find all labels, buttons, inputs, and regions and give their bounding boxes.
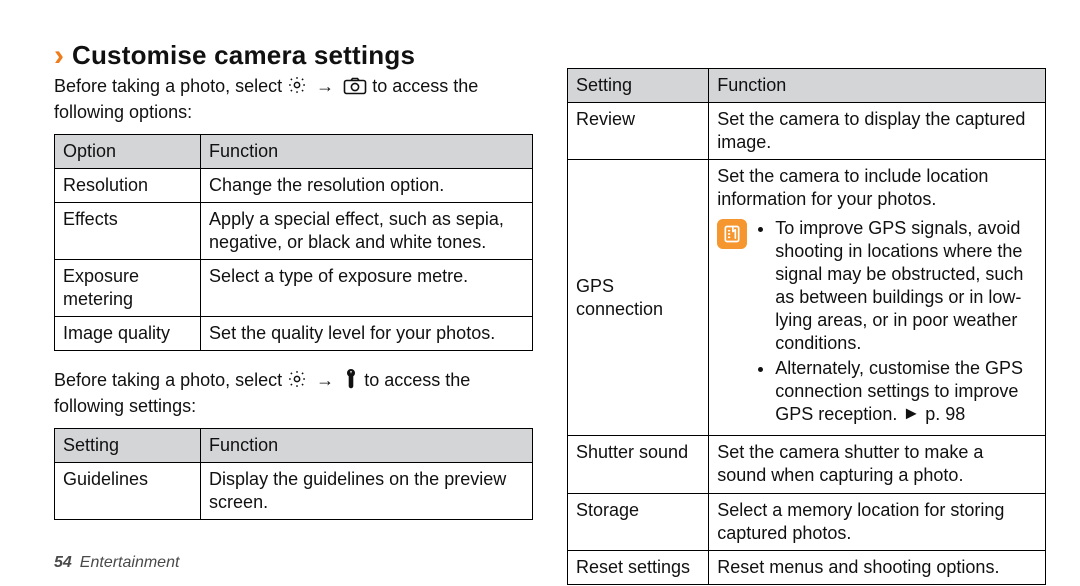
- arrow: →: [316, 370, 334, 390]
- cell: Effects: [55, 203, 201, 260]
- text: Before taking a photo, select: [54, 370, 287, 390]
- table-row: Exposure meteringSelect a type of exposu…: [55, 260, 533, 317]
- table-row: Shutter soundSet the camera shutter to m…: [568, 436, 1046, 493]
- cell: Resolution: [55, 169, 201, 203]
- table-row: ReviewSet the camera to display the capt…: [568, 103, 1046, 160]
- note-block: To improve GPS signals, avoid shooting i…: [717, 217, 1037, 428]
- cell: Set the camera to display the captured i…: [709, 103, 1046, 160]
- settings-table-left: Setting Function GuidelinesDisplay the g…: [54, 428, 533, 520]
- col-function: Function: [201, 429, 533, 463]
- table-row: GuidelinesDisplay the guidelines on the …: [55, 463, 533, 520]
- table-header-row: Setting Function: [568, 69, 1046, 103]
- cell: Select a memory location for storing cap…: [709, 493, 1046, 550]
- text: Alternately, customise the GPS connectio…: [775, 358, 1023, 424]
- gps-intro: Set the camera to include location infor…: [717, 165, 1037, 211]
- cell: GPS connection: [568, 160, 709, 436]
- cell: Apply a special effect, such as sepia, n…: [201, 203, 533, 260]
- intro-settings: Before taking a photo, select → to acces…: [54, 369, 533, 418]
- cell: Reset settings: [568, 550, 709, 584]
- right-column: Setting Function ReviewSet the camera to…: [567, 40, 1046, 586]
- cell: Reset menus and shooting options.: [709, 550, 1046, 584]
- arrow: →: [316, 76, 334, 96]
- table-row: Reset settingsReset menus and shooting o…: [568, 550, 1046, 584]
- page-number: 54: [54, 554, 72, 572]
- cell: Guidelines: [55, 463, 201, 520]
- list-item: To improve GPS signals, avoid shooting i…: [775, 217, 1037, 355]
- col-option: Option: [55, 135, 201, 169]
- triangle-icon: ►: [902, 402, 920, 425]
- camera-icon: [343, 77, 367, 101]
- heading-row: › Customise camera settings: [54, 40, 533, 71]
- gear-icon: [287, 369, 307, 395]
- options-table: Option Function ResolutionChange the res…: [54, 134, 533, 351]
- page-ref: p. 98: [925, 404, 965, 424]
- table-row: EffectsApply a special effect, such as s…: [55, 203, 533, 260]
- col-setting: Setting: [55, 429, 201, 463]
- cell: Storage: [568, 493, 709, 550]
- table-row: Image qualitySet the quality level for y…: [55, 317, 533, 351]
- cell: Image quality: [55, 317, 201, 351]
- col-function: Function: [201, 135, 533, 169]
- list-item: Alternately, customise the GPS connectio…: [775, 357, 1037, 426]
- text: Before taking a photo, select: [54, 76, 287, 96]
- intro-options: Before taking a photo, select → to acces…: [54, 75, 533, 124]
- note-icon: [717, 219, 747, 249]
- left-column: › Customise camera settings Before takin…: [54, 40, 533, 586]
- wrench-icon: [343, 369, 359, 395]
- table-header-row: Setting Function: [55, 429, 533, 463]
- cell: Display the guidelines on the preview sc…: [201, 463, 533, 520]
- col-setting: Setting: [568, 69, 709, 103]
- cell: Shutter sound: [568, 436, 709, 493]
- footer: 54 Entertainment: [54, 554, 179, 572]
- table-header-row: Option Function: [55, 135, 533, 169]
- cell: Review: [568, 103, 709, 160]
- settings-table-right: Setting Function ReviewSet the camera to…: [567, 68, 1046, 585]
- gear-icon: [287, 75, 307, 101]
- cell: Select a type of exposure metre.: [201, 260, 533, 317]
- section-name: Entertainment: [80, 554, 180, 572]
- cell-gps-function: Set the camera to include location infor…: [709, 160, 1046, 436]
- page-title: Customise camera settings: [72, 40, 415, 71]
- page: › Customise camera settings Before takin…: [0, 0, 1080, 586]
- note-list: To improve GPS signals, avoid shooting i…: [757, 217, 1037, 428]
- table-row: StorageSelect a memory location for stor…: [568, 493, 1046, 550]
- table-row: ResolutionChange the resolution option.: [55, 169, 533, 203]
- cell: Set the camera shutter to make a sound w…: [709, 436, 1046, 493]
- cell: Exposure metering: [55, 260, 201, 317]
- chevron-icon: ›: [54, 41, 64, 71]
- table-row-gps: GPS connection Set the camera to include…: [568, 160, 1046, 436]
- cell: Change the resolution option.: [201, 169, 533, 203]
- col-function: Function: [709, 69, 1046, 103]
- cell: Set the quality level for your photos.: [201, 317, 533, 351]
